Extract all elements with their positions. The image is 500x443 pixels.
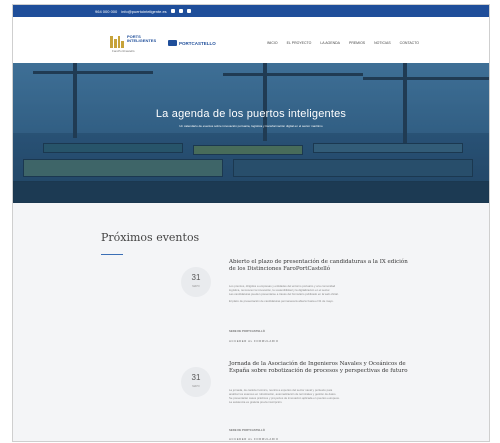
event-description: La jornada, de carácter técnico, reunirá…: [229, 388, 409, 404]
main-nav: INICIO EL PROYECTO LA AGENDA PREMIOS NOT…: [267, 41, 419, 45]
email-text[interactable]: info@puertointeligente.es: [121, 9, 166, 14]
event-date-badge: 31 MAYO: [181, 367, 211, 397]
phone-text[interactable]: 964 000 000: [95, 9, 117, 14]
event-location: SEDE DE PORTCASTELLÓ: [229, 428, 265, 432]
event-month: MAYO: [192, 385, 200, 388]
portcastello-logo-text: PORTCASTELLO: [179, 40, 216, 46]
event-desc-line: Las candidaturas pueden presentarse a tr…: [229, 292, 339, 296]
nav-item-premios[interactable]: PREMIOS: [349, 41, 365, 45]
site-header: PORTS INTELIGENTES FaroPortCastelló PORT…: [13, 17, 489, 63]
top-contact-bar: 964 000 000 info@puertointeligente.es: [13, 5, 489, 17]
portcastello-logo[interactable]: PORTCASTELLO: [168, 40, 216, 46]
nav-item-noticias[interactable]: NOTICIAS: [374, 41, 391, 45]
linkedin-icon[interactable]: [178, 9, 183, 13]
nav-item-inicio[interactable]: INICIO: [267, 41, 278, 45]
event-title[interactable]: Jornada de la Asociación de Ingenieros N…: [229, 361, 409, 375]
event-day: 31: [191, 273, 201, 282]
browser-page: 964 000 000 info@puertointeligente.es PO…: [12, 4, 490, 442]
nav-item-agenda[interactable]: LA AGENDA: [320, 41, 340, 45]
event-desc-line: La asistencia es gratuita previa inscrip…: [229, 400, 283, 404]
nav-item-proyecto[interactable]: EL PROYECTO: [287, 41, 312, 45]
event-title[interactable]: Abierto el plazo de presentación de cand…: [229, 259, 409, 273]
event-date-badge: 31 MAYO: [181, 267, 211, 297]
hero-overlay: [13, 63, 489, 203]
event-location: SEDE DE PORTCASTELLÓ: [229, 329, 265, 333]
section-title: Próximos eventos: [101, 231, 200, 244]
ports-logo-text: PORTS INTELIGENTES: [127, 34, 157, 43]
hero-banner: La agenda de los puertos inteligentes Un…: [13, 63, 489, 203]
event-day: 31: [191, 373, 201, 382]
event-month: MAYO: [192, 285, 200, 288]
youtube-icon[interactable]: [186, 9, 191, 13]
events-section: Próximos eventos 31 MAYO Abierto el plaz…: [13, 203, 489, 441]
event-description: Los premios, dirigidos a empresas y enti…: [229, 284, 409, 303]
ports-logo-subtext: FaroPortCastelló: [112, 49, 135, 53]
event-form-link[interactable]: ACCEDER AL FORMULARIO: [229, 437, 279, 441]
event-desc-line: El plazo de presentación de candidaturas…: [229, 299, 334, 303]
ports-logo[interactable]: PORTS INTELIGENTES FaroPortCastelló: [110, 34, 160, 53]
hero-title: La agenda de los puertos inteligentes: [155, 108, 347, 120]
portcastello-mark-icon: [168, 40, 177, 46]
twitter-icon[interactable]: [170, 9, 175, 13]
hero-subtitle: Un calendario de eventos sobre innovació…: [179, 124, 323, 128]
section-underline: [101, 254, 123, 255]
event-form-link[interactable]: ACCEDER AL FORMULARIO: [229, 339, 279, 343]
nav-item-contacto[interactable]: CONTACTO: [400, 41, 419, 45]
bars-logo-icon: [110, 36, 124, 48]
